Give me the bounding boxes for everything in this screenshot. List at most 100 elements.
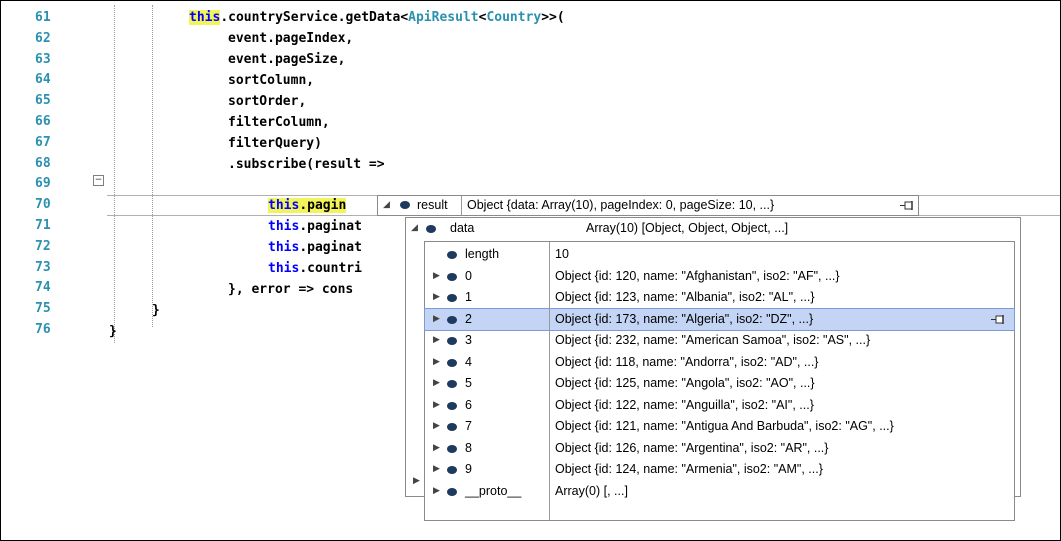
code-editor: 61 62 63 64 65 66 67 68 69 70 71 72 73 74 75 76 − this.… <box>0 0 1061 541</box>
code-line-73: }, error => cons <box>228 282 354 297</box>
property-icon <box>447 251 457 259</box>
expand-arrow-icon[interactable]: ▶ <box>433 287 440 308</box>
expand-arrow-icon[interactable]: ▶ <box>433 416 440 437</box>
object-icon <box>400 201 410 209</box>
expand-arrow-icon[interactable]: ▶ <box>433 373 440 394</box>
datatip-item-value: Object {id: 120, name: "Afghanistan", is… <box>555 268 840 283</box>
code-line-69: this.pagin <box>268 198 347 213</box>
line-number: 71 <box>35 218 51 233</box>
pin-icon[interactable] <box>991 314 1006 324</box>
datatip-item-row[interactable]: ▶ 4 Object {id: 118, name: "Andorra", iso2… <box>425 352 1014 373</box>
datatip-item-row[interactable]: length 10 <box>425 244 1014 265</box>
datatip-item-value: Object {id: 126, name: "Argentina", iso2… <box>555 440 829 455</box>
property-icon <box>447 380 457 388</box>
line-number: 62 <box>35 30 51 46</box>
datatip-item-name: 3 <box>465 333 472 347</box>
line-number: 63 <box>35 51 51 67</box>
code-line-68: .subscribe(result => <box>228 157 385 172</box>
line-number: 67 <box>35 134 51 150</box>
code-line-66: filterColumn, <box>228 115 330 130</box>
object-icon <box>426 225 436 233</box>
code-line-74: } <box>152 303 160 318</box>
datatip-item-value: Object {id: 173, name: "Algeria", iso2: … <box>555 311 814 326</box>
datatip-items-panel: length 10 ▶ 0 Object {id: 120, name: "Afghan… <box>424 241 1015 521</box>
property-icon <box>447 315 457 324</box>
datatip-data-header[interactable]: ◢ data Array(10) [Object, Object, Object… <box>405 217 1021 240</box>
property-icon <box>447 444 457 453</box>
datatip-data-value: Array(10) [Object, Object, Object, ...] <box>586 221 789 235</box>
datatip-item-name: 4 <box>465 354 472 369</box>
datatip-item-value: 10 <box>555 247 569 261</box>
indent-guide <box>114 5 115 343</box>
code-line-63: event.pageSize, <box>228 52 346 67</box>
datatip-item-name: 0 <box>465 268 472 283</box>
line-number: 76 <box>35 322 51 337</box>
expand-arrow-icon[interactable]: ▶ <box>433 266 440 287</box>
datatip-item-row[interactable]: ▶ 1 Object {id: 123, name: "Albania", iso2… <box>425 287 1014 308</box>
datatip-data-name: data <box>450 221 475 235</box>
code-line-75: } <box>109 324 117 339</box>
expand-arrow-icon[interactable]: ▶ <box>433 459 440 480</box>
column-divider <box>461 196 462 215</box>
line-number: 70 <box>35 197 51 213</box>
datatip-item-name: __proto__ <box>465 483 522 498</box>
line-number: 74 <box>35 280 51 296</box>
line-number: 69 <box>35 176 51 192</box>
datatip-item-row[interactable]: ▶ __proto__ Array(0) [, ...] <box>425 481 1014 502</box>
collapse-arrow-icon[interactable]: ◢ <box>411 223 418 233</box>
line-number: 73 <box>35 259 51 275</box>
code-line-67: filterQuery) <box>228 136 322 151</box>
datatip-item-value: Object {id: 125, name: "Angola", iso2: "… <box>555 376 815 390</box>
line-number: 66 <box>35 114 51 129</box>
property-icon <box>447 487 457 496</box>
scroll-arrow-icon[interactable]: ▶ <box>413 476 420 486</box>
datatip-item-name: length <box>465 247 500 261</box>
line-number: 61 <box>35 10 51 25</box>
code-line-65: sortOrder, <box>228 94 307 109</box>
datatip-item-value: Object {id: 124, name: "Armenia", iso2: … <box>555 462 823 476</box>
collapse-arrow-icon[interactable]: ◢ <box>383 200 390 210</box>
line-number: 72 <box>35 238 51 254</box>
datatip-item-row[interactable]: ▶ 2 Object {id: 173, name: "Algeria", iso2… <box>424 307 1015 331</box>
datatip-root[interactable]: ◢ result Object {data: Array(10), pageIn… <box>377 195 919 216</box>
code-line-71: this.paginat <box>268 240 362 255</box>
datatip-item-row[interactable]: ▶ 0 Object {id: 120, name: "Afghanistan", … <box>425 266 1014 287</box>
property-icon <box>447 401 457 410</box>
expand-arrow-icon[interactable]: ▶ <box>433 438 440 459</box>
datatip-item-row[interactable]: ▶ 7 Object {id: 121, name: "Antigua And Ba… <box>425 416 1014 437</box>
datatip-root-name: result <box>417 198 448 212</box>
collapse-toggle[interactable]: − <box>93 175 104 186</box>
datatip-item-row[interactable]: ▶ 3 Object {id: 232, name: "American Samoa… <box>425 330 1014 351</box>
datatip-item-value: Array(0) [, ...] <box>555 483 628 498</box>
datatip-item-row[interactable]: ▶ 9 Object {id: 124, name: "Armenia", iso2… <box>425 459 1014 480</box>
datatip-item-row[interactable]: ▶ 5 Object {id: 125, name: "Angola", iso2:… <box>425 373 1014 394</box>
expand-arrow-icon[interactable]: ▶ <box>433 330 440 351</box>
expand-arrow-icon[interactable]: ▶ <box>433 481 440 502</box>
datatip-item-value: Object {id: 123, name: "Albania", iso2: … <box>555 290 815 304</box>
datatip-item-name: 8 <box>465 440 472 455</box>
datatip-item-name: 5 <box>465 376 472 390</box>
datatip-item-name: 9 <box>465 462 472 476</box>
expand-arrow-icon[interactable]: ▶ <box>433 352 440 373</box>
datatip-item-value: Object {id: 232, name: "American Samoa",… <box>555 333 871 347</box>
indent-guide <box>152 5 153 327</box>
line-number: 64 <box>35 72 51 88</box>
code-line-61: this.countryService.getData<ApiResult<Co… <box>189 10 565 25</box>
datatip-item-name: 2 <box>465 311 472 326</box>
datatip-item-value: Object {id: 121, name: "Antigua And Barb… <box>555 419 894 433</box>
line-number: 65 <box>35 93 51 109</box>
line-number: 75 <box>35 301 51 317</box>
expand-arrow-icon[interactable]: ▶ <box>433 395 440 416</box>
datatip-item-name: 1 <box>465 290 472 304</box>
property-icon <box>447 294 457 302</box>
code-line-72: this.countri <box>268 261 362 276</box>
datatip-item-name: 6 <box>465 397 472 412</box>
expand-arrow-icon[interactable]: ▶ <box>433 309 440 330</box>
property-icon <box>447 423 457 431</box>
code-line-70: this.paginat <box>268 219 362 234</box>
line-number: 68 <box>35 155 51 171</box>
column-divider <box>549 242 550 520</box>
datatip-item-row[interactable]: ▶ 8 Object {id: 126, name: "Argentina", is… <box>425 438 1014 459</box>
pin-icon[interactable] <box>900 201 915 210</box>
datatip-item-row[interactable]: ▶ 6 Object {id: 122, name: "Anguilla", iso… <box>425 395 1014 416</box>
